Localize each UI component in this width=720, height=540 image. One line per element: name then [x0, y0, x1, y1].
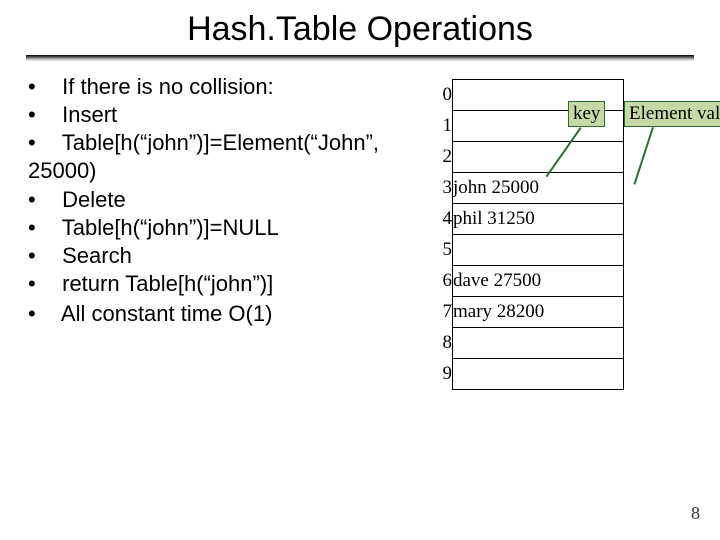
row-index: 1: [430, 111, 453, 142]
row-cell: mary 28200: [453, 297, 624, 328]
table-row: 2: [430, 142, 624, 173]
bullet-text: Insert: [62, 102, 117, 127]
bullet-insert: Insert Table[h(“john”)]=Element(“John”, …: [28, 101, 428, 185]
row-index: 0: [430, 80, 453, 111]
row-cell: [453, 235, 624, 266]
row-index: 6: [430, 266, 453, 297]
bullet-search: Search return Table[h(“john”)]: [28, 242, 428, 298]
bullet-text: return Table[h(“john”)]: [62, 271, 273, 296]
row-cell: dave 27500: [453, 266, 624, 297]
title-underline: [26, 55, 694, 61]
bullet-text: Delete: [62, 187, 126, 212]
row-cell: phil 31250: [453, 204, 624, 235]
callout-value-leader: [633, 127, 653, 185]
bullet-no-collision: If there is no collision: Insert Table[h…: [28, 73, 428, 298]
callout-value: Element value: [624, 101, 720, 127]
table-row: 6dave 27500: [430, 266, 624, 297]
bullet-search-code: return Table[h(“john”)]: [28, 270, 428, 298]
row-index: 8: [430, 328, 453, 359]
table-row: 4phil 31250: [430, 204, 624, 235]
bullet-text: Table[h(“john”)]=Element(“John”, 25000): [28, 130, 379, 183]
row-index: 3: [430, 173, 453, 204]
hash-table-diagram: key Element value 0 1 2 3john 25000 4phi…: [428, 65, 718, 390]
table-row: 3john 25000: [430, 173, 624, 204]
bullet-delete-code: Table[h(“john”)]=NULL: [28, 214, 428, 242]
row-cell: john 25000: [453, 173, 624, 204]
bullet-insert-code: Table[h(“john”)]=Element(“John”, 25000): [28, 129, 428, 185]
bullet-column: If there is no collision: Insert Table[h…: [28, 65, 428, 330]
callout-key: key: [568, 101, 605, 127]
content-row: If there is no collision: Insert Table[h…: [0, 65, 720, 390]
row-index: 5: [430, 235, 453, 266]
slide-title: Hash.Table Operations: [0, 0, 720, 55]
row-index: 7: [430, 297, 453, 328]
row-cell: [453, 328, 624, 359]
page-number: 8: [691, 503, 700, 524]
bullet-complexity: All constant time O(1): [28, 300, 428, 328]
row-index: 9: [430, 359, 453, 390]
table-row: 7mary 28200: [430, 297, 624, 328]
bullet-text: Search: [62, 243, 132, 268]
table-row: 5: [430, 235, 624, 266]
row-index: 4: [430, 204, 453, 235]
row-cell: [453, 359, 624, 390]
bullet-text: All constant time O(1): [61, 301, 273, 326]
bullet-delete: Delete Table[h(“john”)]=NULL: [28, 186, 428, 242]
table-row: 8: [430, 328, 624, 359]
slide: Hash.Table Operations If there is no col…: [0, 0, 720, 540]
bullet-text: Table[h(“john”)]=NULL: [62, 215, 279, 240]
row-index: 2: [430, 142, 453, 173]
table-row: 9: [430, 359, 624, 390]
row-cell: [453, 142, 624, 173]
bullet-text: If there is no collision:: [62, 74, 274, 99]
